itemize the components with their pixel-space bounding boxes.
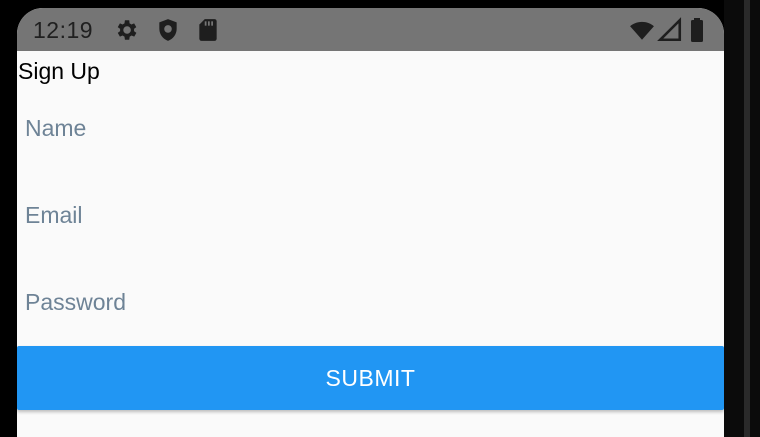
settings-icon xyxy=(113,17,139,43)
name-input[interactable] xyxy=(17,115,724,195)
shield-icon xyxy=(155,17,181,43)
phone-screen: 12:19 Sign Up Name Email Password SUBMIT xyxy=(17,8,724,437)
page-title: Sign Up xyxy=(18,58,100,84)
cell-signal-icon xyxy=(657,17,683,43)
sd-card-icon xyxy=(195,17,221,43)
battery-icon xyxy=(687,17,707,43)
device-edge xyxy=(744,0,750,437)
status-bar: 12:19 xyxy=(17,8,724,51)
submit-button[interactable]: SUBMIT xyxy=(17,346,724,410)
device-bezel xyxy=(724,0,760,437)
status-time: 12:19 xyxy=(33,17,94,43)
email-field[interactable]: Email xyxy=(17,202,724,282)
name-field[interactable]: Name xyxy=(17,115,724,195)
email-input[interactable] xyxy=(17,202,724,282)
device-frame: 12:19 Sign Up Name Email Password SUBMIT xyxy=(0,0,760,437)
signup-form: Sign Up Name Email Password SUBMIT xyxy=(17,51,724,437)
wifi-icon xyxy=(629,17,655,43)
